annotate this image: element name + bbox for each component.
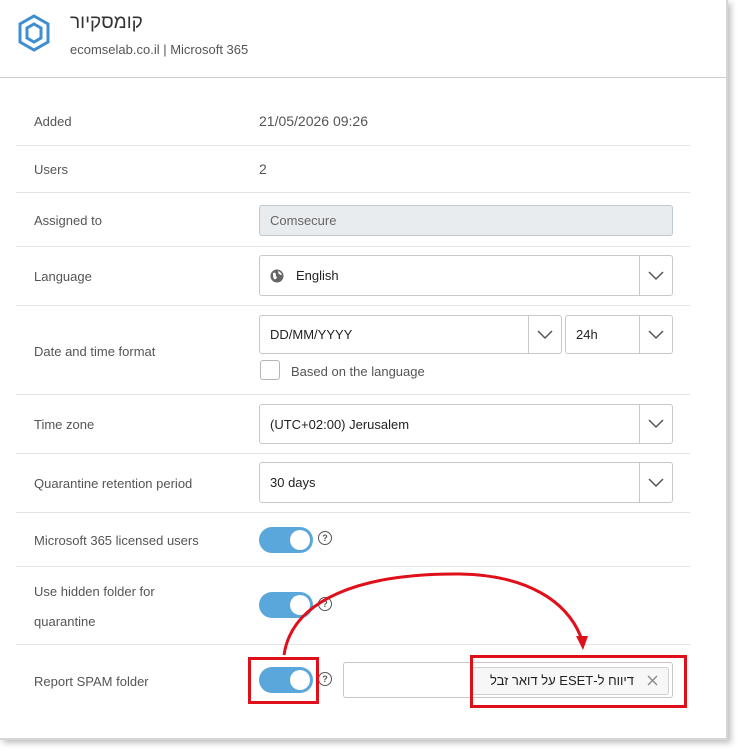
annotation-arrow <box>282 572 588 656</box>
